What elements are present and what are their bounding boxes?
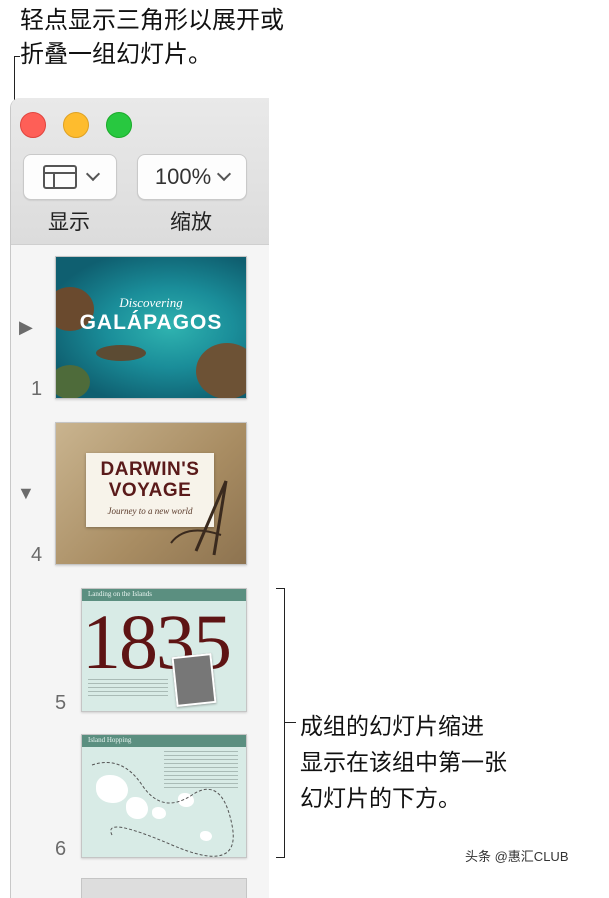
callout-top-line-2: 折叠一组幻灯片。 xyxy=(20,41,212,68)
view-menu-button[interactable] xyxy=(23,154,117,200)
slide-1-title: GALÁPAGOS xyxy=(79,311,223,334)
callout-top-line-1: 轻点显示三角形以展开或 xyxy=(20,7,284,34)
slide-number: 4 xyxy=(31,544,43,566)
disclosure-triangle-expanded[interactable]: ▼ xyxy=(17,483,35,504)
callout-disclosure-triangle: 轻点显示三角形以展开或 折叠一组幻灯片。 xyxy=(20,4,284,72)
slide-number: 1 xyxy=(31,378,43,400)
group-bracket-leader xyxy=(284,722,296,723)
slide-thumbnail-5[interactable]: Landing on the Islands 1835 xyxy=(81,588,247,712)
slide-1-subtitle: Discovering xyxy=(119,295,183,310)
zoom-menu-button[interactable]: 100% xyxy=(137,154,247,200)
chevron-down-icon xyxy=(217,166,232,182)
chevron-down-icon xyxy=(85,166,101,182)
close-window-button[interactable] xyxy=(20,112,46,138)
callout-top-leader-start xyxy=(14,56,20,57)
route-map-icon xyxy=(91,762,234,857)
callout-right-line-1: 成组的幻灯片缩进 xyxy=(300,713,484,739)
slide-thumbnail-4[interactable]: DARWIN'S VOYAGE Journey to a new world xyxy=(55,422,247,565)
view-label: 显示 xyxy=(48,211,90,234)
portrait-photo xyxy=(171,653,217,707)
slide-thumbnail-1[interactable]: Discovering GALÁPAGOS xyxy=(55,256,247,399)
sidebar-layout-icon xyxy=(43,165,77,189)
compass-icon xyxy=(170,480,228,556)
zoom-label: 缩放 xyxy=(170,211,212,234)
callout-right-line-3: 幻灯片的下方。 xyxy=(300,785,461,811)
disclosure-triangle-collapsed[interactable]: ▶ xyxy=(19,317,33,338)
slide-thumbnail-6[interactable]: Island Hopping xyxy=(81,734,247,858)
slide-navigator-window: 100% 显示 缩放 ▶ 1 Discovering GALÁPAGOS ▼ 4… xyxy=(10,98,269,898)
callout-grouped-slides: 成组的幻灯片缩进 显示在该组中第一张 幻灯片的下方。 xyxy=(300,708,507,816)
group-bracket-vertical xyxy=(284,588,285,858)
toolbar: 100% 显示 缩放 xyxy=(11,98,269,245)
minimize-window-button[interactable] xyxy=(63,112,89,138)
fullscreen-window-button[interactable] xyxy=(106,112,132,138)
zoom-value: 100% xyxy=(154,164,212,189)
body-text-lines xyxy=(88,679,168,699)
slide-thumbnail-partial[interactable] xyxy=(81,878,247,898)
slide-number: 5 xyxy=(55,692,67,714)
group-bracket-bottom xyxy=(276,857,285,858)
island-shape xyxy=(196,343,246,398)
slide-number: 6 xyxy=(55,838,67,860)
callout-right-line-2: 显示在该组中第一张 xyxy=(300,749,507,775)
watermark: 头条 @惠汇CLUB xyxy=(465,849,569,864)
island-shape xyxy=(56,365,90,398)
island-shape xyxy=(96,345,146,361)
